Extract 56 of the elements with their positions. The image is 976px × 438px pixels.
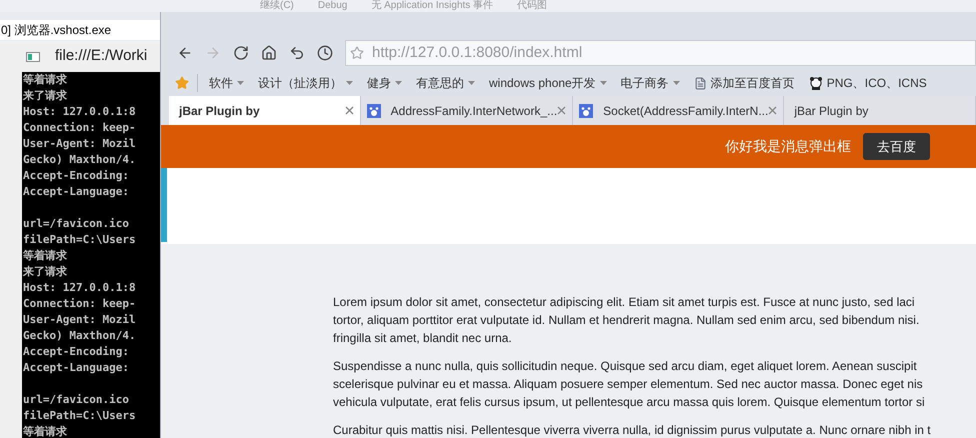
bookmark[interactable]: 添加至百度首页 <box>686 74 802 92</box>
console-line: filePath=C:\Users <box>22 408 136 424</box>
caret-icon <box>346 81 353 85</box>
caret-icon <box>237 81 244 85</box>
caret-icon <box>395 81 402 85</box>
console-line: User-Agent: Mozil <box>22 136 136 152</box>
bookmark[interactable]: windows phone开发 <box>482 74 614 92</box>
star-icon[interactable] <box>350 46 364 60</box>
console-line: Accept-Encoding: <box>22 168 129 184</box>
console-line: Accept-Language: <box>22 184 129 200</box>
page-icon <box>694 76 707 90</box>
console-line: Gecko) Maxthon/4. <box>22 152 136 168</box>
bookmark[interactable]: 有意思的 <box>409 74 482 92</box>
browser-tab[interactable]: jBar Plugin by <box>169 96 361 125</box>
console-line: 等着请求 <box>22 248 67 264</box>
undo-icon[interactable] <box>289 45 305 61</box>
console-line: Accept-Encoding: <box>22 344 129 360</box>
console-line: 等着请求 <box>22 72 67 88</box>
console-line: 等着请求 <box>22 424 67 438</box>
bookmark[interactable]: 软件 <box>202 74 251 92</box>
window-title: file:///E:/Worki <box>55 46 148 66</box>
console-line: 来了请求 <box>22 264 67 280</box>
paw-icon <box>579 104 594 118</box>
history-icon[interactable] <box>317 45 333 61</box>
caret-icon <box>468 81 475 85</box>
console-line: Host: 127.0.0.1:8 <box>22 104 136 120</box>
paragraph: Lorem ipsum dolor sit amet, consectetur adipiscing elit. Etiam sit amet turpis est. Fusce at nunc justo, sed laci tortor, aliquam porttitor erat vulputate id. Nullam et hendrerit magna. Nullam sed enim arcu, sed bibendum nisi. fringilla sit amet, blandit nec urna. <box>333 294 920 347</box>
bookmark[interactable]: PNG、ICO、ICNS <box>802 74 934 92</box>
bookmark[interactable]: 健身 <box>360 74 409 92</box>
reload-icon[interactable] <box>233 45 249 61</box>
console-line: 来了请求 <box>22 88 67 104</box>
bookmark[interactable]: 设计（扯淡用） <box>251 74 360 92</box>
close-icon[interactable] <box>344 106 354 115</box>
bookmark[interactable]: 电子商务 <box>614 74 687 92</box>
panda-icon <box>808 76 823 90</box>
console-line: Gecko) Maxthon/4. <box>22 328 136 344</box>
console-line: url=/favicon.ico <box>22 392 129 408</box>
console-line: Connection: keep- <box>22 296 136 312</box>
paw-icon <box>366 104 381 118</box>
close-icon[interactable] <box>557 106 566 115</box>
console-line: Connection: keep- <box>22 120 136 136</box>
console-line: filePath=C:\Users <box>22 232 136 248</box>
paragraph: Curabitur quis mattis nisi. Pellentesque viverra viverra nulla, id dignissim purus vulputate a. Nunc ornare nibh in t <box>333 422 932 438</box>
paragraph: Suspendisse a nunc nulla, quis sollicitudin neque. Quisque sed arcu diam, eget aliquet lorem. Aenean suscipit scelerisque pulvinar eu et massa. Aliquam posuere semper elementum. Sed nec auctor massa. Donec eget nis vehicula vulputate, erat felis cursus ipsum, ut pellentesque arcu massa quis lorem. Quisque elementum tortor si <box>333 358 926 411</box>
console-line: User-Agent: Mozil <box>22 312 136 328</box>
console-line: Host: 127.0.0.1:8 <box>22 280 136 296</box>
home-icon[interactable] <box>261 45 277 61</box>
caret-icon <box>600 81 607 85</box>
caret-icon <box>672 81 680 85</box>
console-line: url=/favicon.ico <box>22 216 129 232</box>
message-text: 你好我是消息弹出框 <box>725 137 851 156</box>
back-icon[interactable] <box>177 45 193 61</box>
close-icon[interactable] <box>768 106 778 115</box>
console-line: Accept-Language: <box>22 360 129 376</box>
console-icon <box>26 52 40 62</box>
go-button[interactable]: 去百度 <box>863 133 930 160</box>
